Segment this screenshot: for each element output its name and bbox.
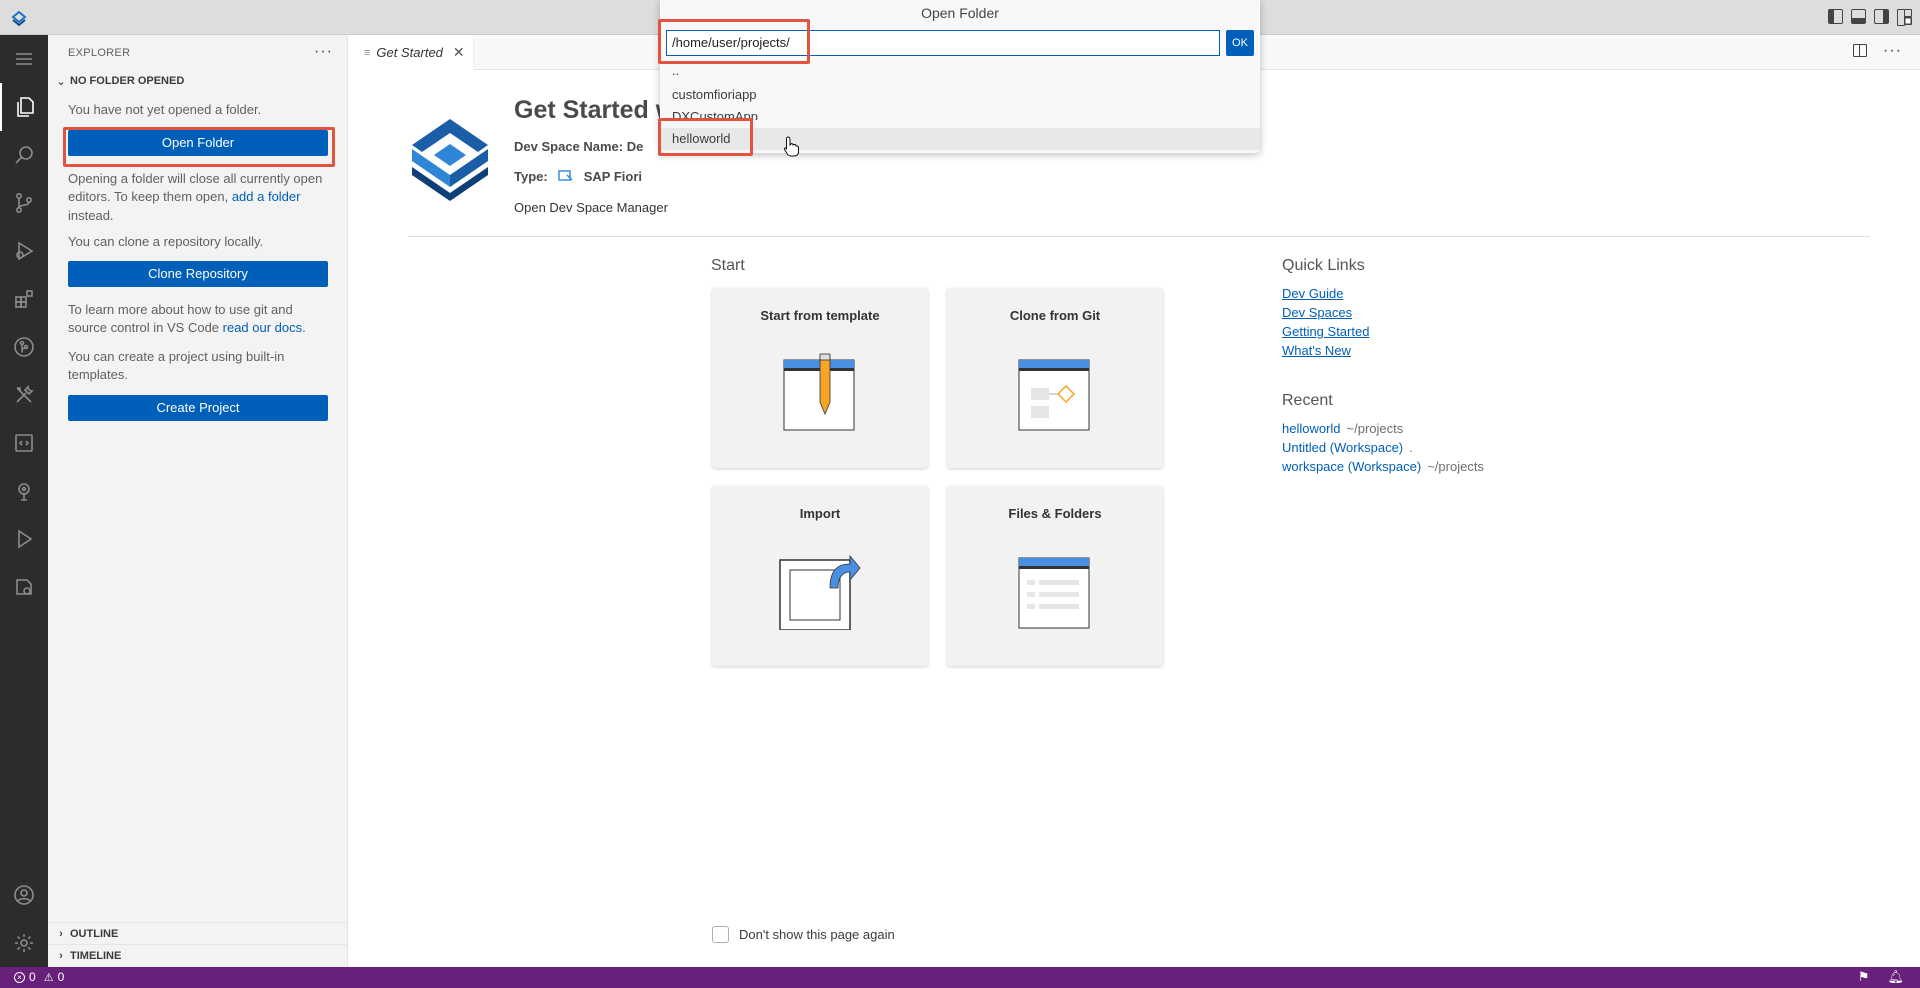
template-pen-icon (783, 353, 855, 431)
start-section-title: Start (711, 257, 745, 274)
dev-space-name-row: Dev Space Name: De (514, 139, 644, 154)
create-project-button[interactable]: Create Project (68, 394, 328, 421)
status-right: ⚑ 🔔︎ (1858, 970, 1904, 984)
file-list-icon (1018, 557, 1090, 629)
files-folders-card[interactable]: Files & Folders (947, 486, 1163, 666)
settings-gear-icon[interactable] (0, 919, 48, 967)
dont-show-checkbox[interactable] (712, 926, 729, 943)
sidebar-content: You have not yet opened a folder. Open F… (48, 92, 347, 421)
git-diagram-icon (1018, 359, 1090, 431)
get-started-page: Get Started w Dev Space Name: De Type: S… (348, 70, 1920, 967)
source-control-icon[interactable] (0, 179, 48, 227)
account-icon[interactable] (0, 871, 48, 919)
tools-icon[interactable] (0, 371, 48, 419)
dialog-title: Open Folder (921, 5, 999, 21)
list-item[interactable]: customfioriapp (660, 84, 1260, 106)
tab-label: Get Started (376, 45, 443, 60)
page-title: Get Started w (514, 96, 676, 124)
layout-controls (1828, 9, 1912, 26)
open-folder-dialog: Open Folder /home/user/projects/ OK .. c… (660, 0, 1260, 153)
recent-item[interactable]: workspace (Workspace) ~/projects (1282, 459, 1484, 474)
recent-title: Recent (1282, 392, 1333, 409)
whats-new-link[interactable]: What's New (1282, 343, 1351, 358)
toggle-primary-sidebar-icon[interactable] (1828, 9, 1843, 24)
storage-icon[interactable] (0, 563, 48, 611)
sidebar-header: EXPLORER ··· (48, 35, 347, 70)
outline-section-header[interactable]: › OUTLINE (48, 922, 348, 944)
customize-layout-icon[interactable] (1897, 9, 1912, 26)
read-docs-link[interactable]: read our docs (223, 320, 303, 335)
clone-repository-button[interactable]: Clone Repository (68, 260, 328, 287)
status-bar: × 0 ⚠ 0 ⚑ 🔔︎ (0, 967, 1920, 988)
sap-business-app-studio-logo (412, 119, 488, 201)
toggle-panel-icon[interactable] (1851, 9, 1866, 24)
notifications-bell-icon[interactable]: 🔔︎ (1887, 970, 1904, 984)
dont-show-again-option[interactable]: Don't show this page again (712, 926, 895, 943)
error-count: 0 (29, 970, 36, 984)
hand-cursor-icon (783, 136, 799, 157)
more-actions-icon[interactable]: ··· (314, 43, 333, 61)
close-icon[interactable]: ✕ (453, 44, 465, 61)
no-folder-section-header[interactable]: ⌄ NO FOLDER OPENED (48, 70, 347, 92)
not-opened-text: You have not yet opened a folder. (68, 102, 262, 117)
code-snippet-icon[interactable] (0, 419, 48, 467)
deploy-icon[interactable] (0, 467, 48, 515)
type-row: Type: SAP Fiori (514, 168, 642, 184)
section-title: NO FOLDER OPENED (70, 75, 185, 87)
warning-count: 0 (57, 970, 65, 984)
warning-icon: ⚠ (43, 971, 54, 984)
chevron-right-icon: › (59, 949, 63, 962)
recent-item[interactable]: helloworld ~/projects (1282, 421, 1403, 436)
feedback-icon[interactable]: ⚑ (1858, 970, 1870, 984)
dont-show-label: Don't show this page again (739, 927, 895, 942)
open-folder-button[interactable]: Open Folder (68, 129, 328, 156)
list-item[interactable]: DXCustomApp (660, 106, 1260, 120)
menu-icon[interactable] (0, 35, 48, 83)
editor-actions: ··· (1853, 42, 1902, 58)
timeline-section-header[interactable]: › TIMELINE (48, 944, 348, 966)
getting-started-link[interactable]: Getting Started (1282, 324, 1369, 339)
import-card[interactable]: Import (712, 486, 928, 666)
list-item-parent[interactable]: .. (660, 63, 1260, 85)
create-project-text: You can create a project using built-in … (68, 348, 285, 383)
split-editor-icon[interactable] (1853, 44, 1868, 57)
dev-guide-link[interactable]: Dev Guide (1282, 286, 1343, 301)
recent-item[interactable]: Untitled (Workspace). (1282, 440, 1413, 455)
problems-indicator[interactable]: × 0 ⚠ 0 (14, 970, 64, 984)
search-icon[interactable] (0, 131, 48, 179)
ok-button[interactable]: OK (1226, 30, 1254, 56)
chevron-right-icon: › (59, 927, 63, 940)
open-dev-space-manager-link[interactable]: Open Dev Space Manager (514, 200, 668, 215)
extensions-icon[interactable] (0, 275, 48, 323)
tab-get-started[interactable]: ≡ Get Started ✕ (348, 35, 474, 70)
dev-spaces-link[interactable]: Dev Spaces (1282, 305, 1352, 320)
toggle-secondary-sidebar-icon[interactable] (1874, 9, 1889, 24)
start-from-template-card[interactable]: Start from template (712, 288, 928, 468)
more-actions-icon[interactable]: ··· (1883, 42, 1902, 58)
clone-text: You can clone a repository locally. (68, 234, 264, 249)
app-logo-icon (11, 10, 27, 27)
folder-path-input[interactable]: /home/user/projects/ (666, 30, 1220, 56)
preview-icon: ≡ (364, 46, 371, 59)
quick-links-title: Quick Links (1282, 257, 1365, 274)
run-icon[interactable] (0, 515, 48, 563)
list-item-selected[interactable]: helloworld (660, 128, 1260, 150)
chevron-down-icon: ⌄ (56, 75, 66, 88)
run-debug-icon[interactable] (0, 227, 48, 275)
git-docs-text: To learn more about how to use git and s… (68, 301, 306, 336)
clone-from-git-card[interactable]: Clone from Git (947, 288, 1163, 468)
divider (408, 236, 1870, 237)
add-folder-link[interactable]: add a folder (232, 189, 301, 204)
activity-bar (0, 35, 48, 967)
sidebar-title: EXPLORER (68, 46, 131, 59)
close-editors-text: Opening a folder will close all currentl… (68, 170, 323, 223)
import-arrow-icon (779, 554, 861, 630)
sap-fiori-icon (558, 168, 574, 184)
git-graph-icon[interactable] (0, 323, 48, 371)
error-icon: × (14, 971, 25, 983)
explorer-sidebar: EXPLORER ··· ⌄ NO FOLDER OPENED You have… (48, 35, 348, 967)
explorer-icon[interactable] (0, 83, 48, 131)
